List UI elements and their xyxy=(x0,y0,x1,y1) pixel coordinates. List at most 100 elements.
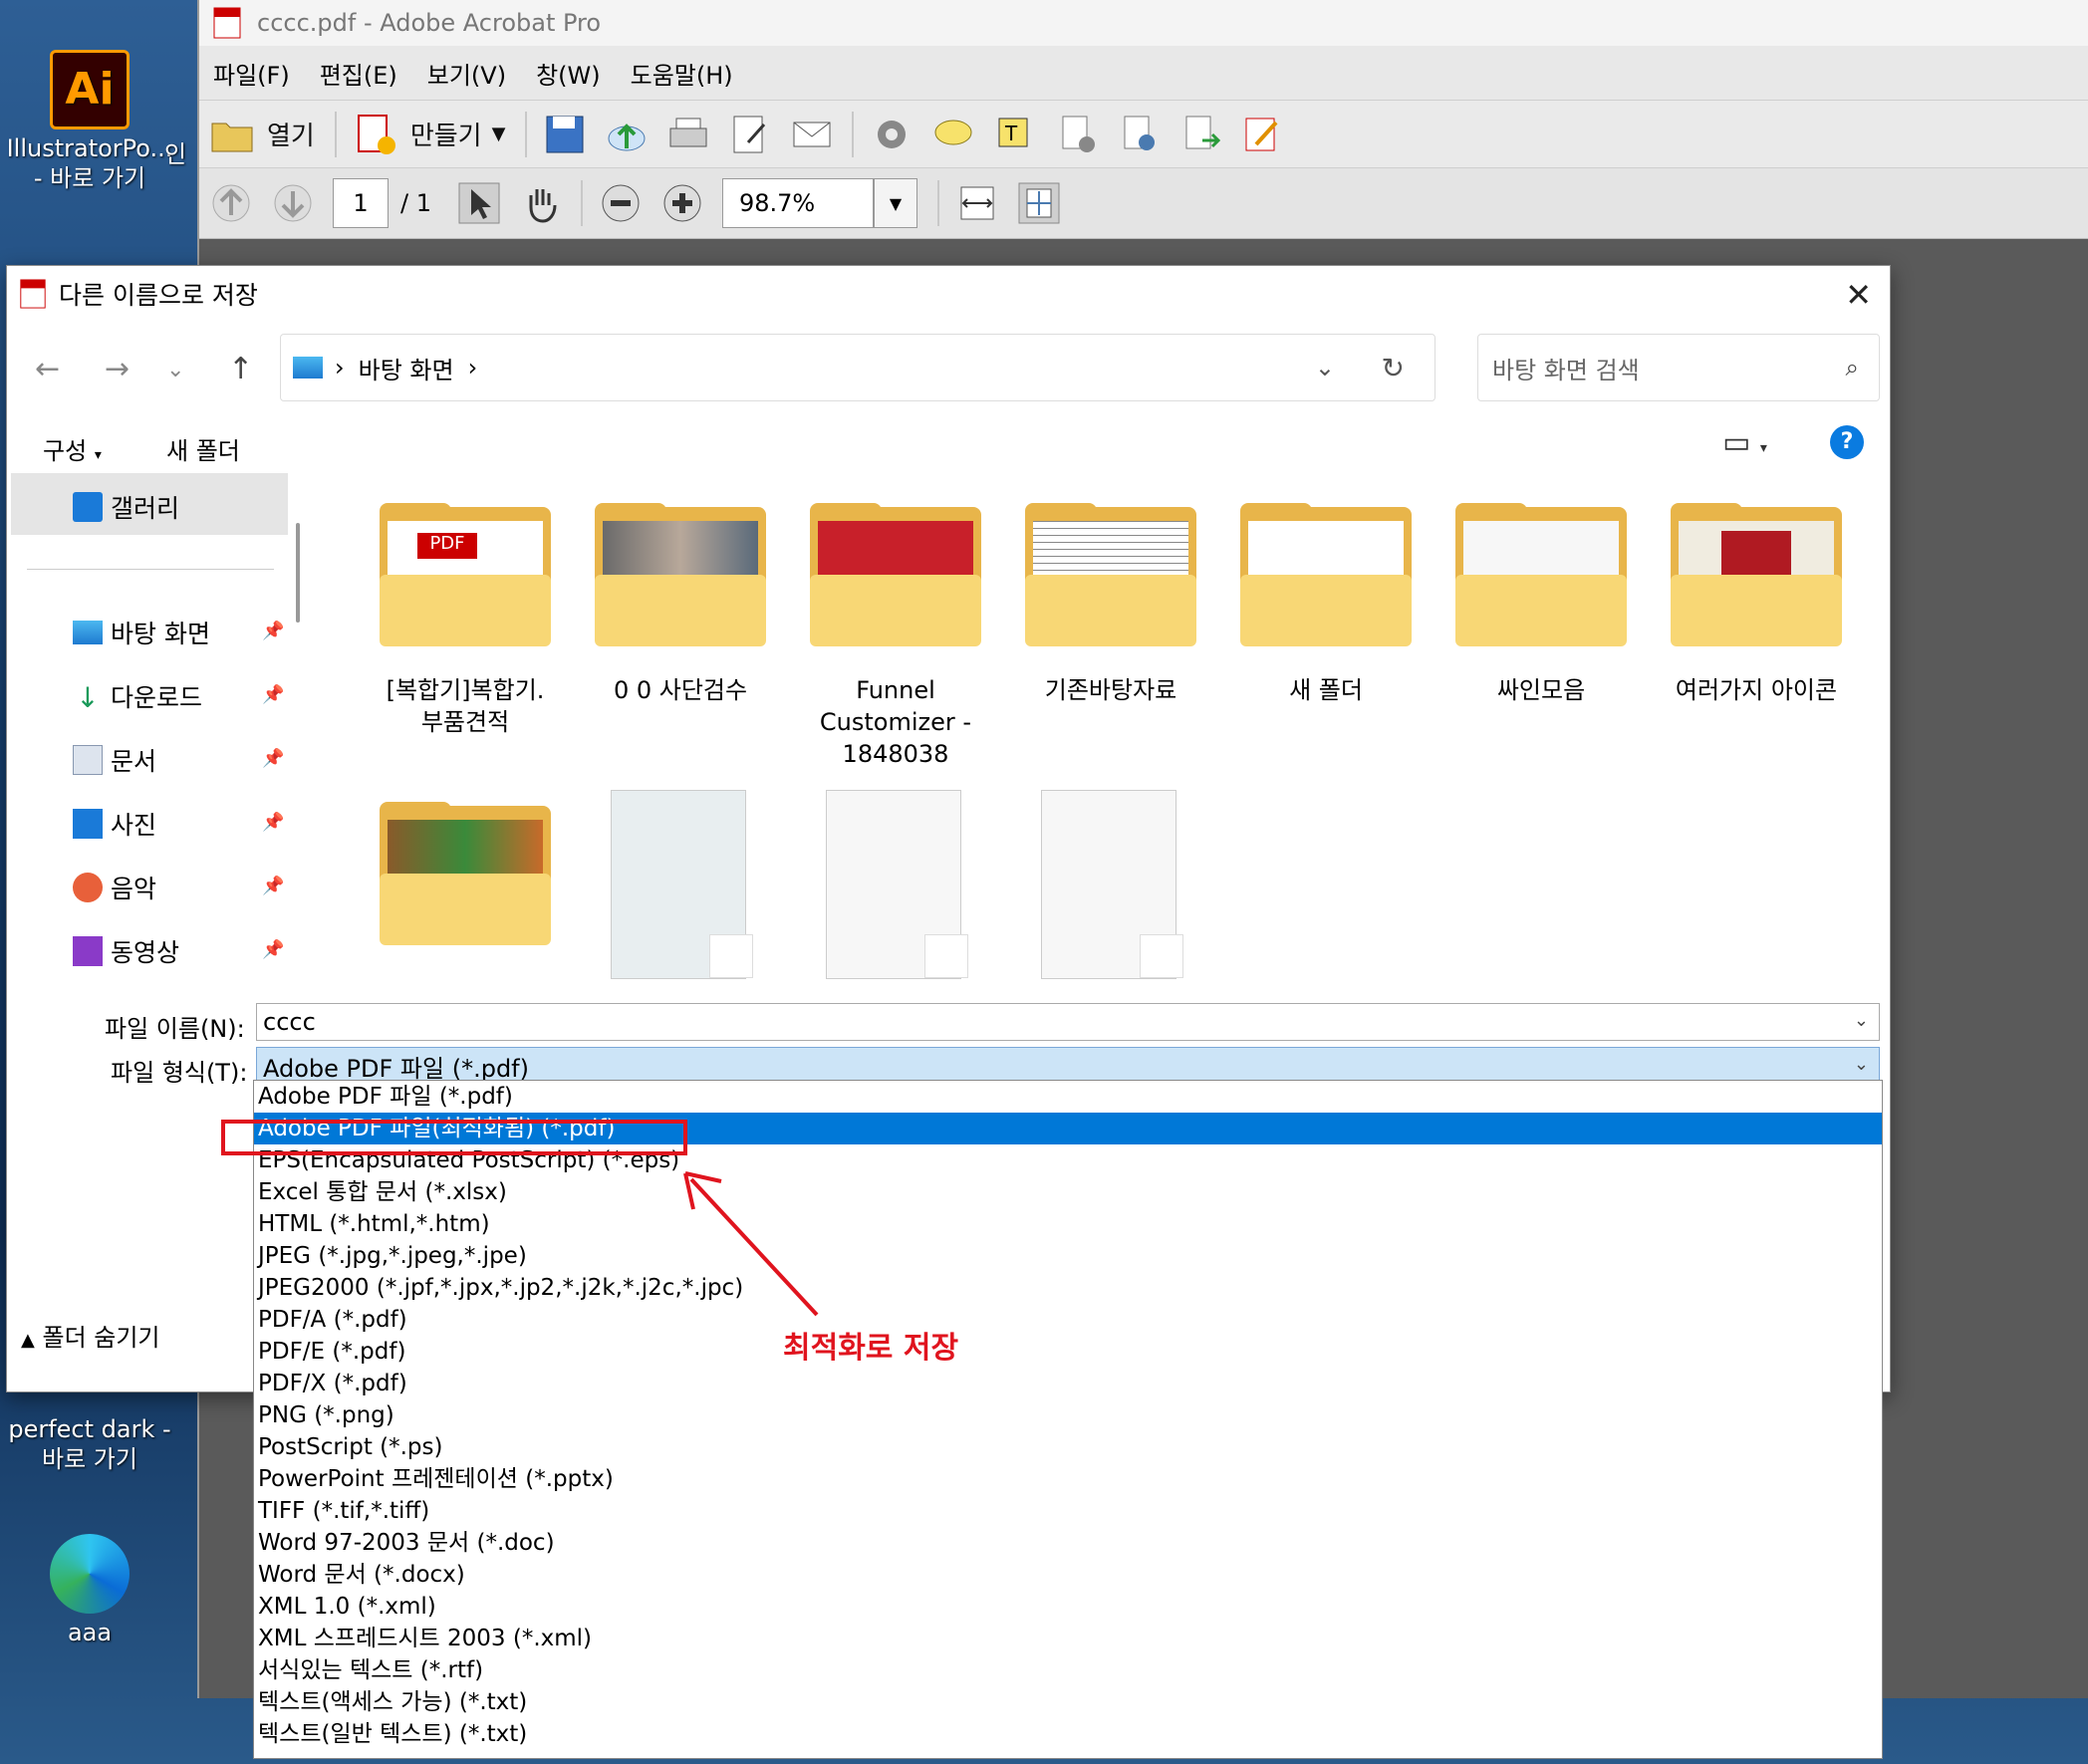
menu-view[interactable]: 보기(V) xyxy=(427,56,506,91)
view-toggle-icon[interactable]: ▭ ▾ xyxy=(1722,425,1767,460)
close-icon[interactable]: ✕ xyxy=(1845,276,1872,314)
address-bar[interactable]: › 바탕 화면 › ⌄ ↻ xyxy=(280,334,1436,401)
refresh-icon[interactable]: ↻ xyxy=(1382,352,1405,384)
zoom-in-icon[interactable] xyxy=(660,181,704,225)
nav-label: 동영상 xyxy=(111,938,180,967)
page-number-input[interactable]: 1 xyxy=(333,178,389,228)
filetype-option[interactable]: XML 1.0 (*.xml) xyxy=(254,1591,1882,1623)
zoom-out-icon[interactable] xyxy=(599,181,643,225)
desktop-icon-perfect-dark[interactable]: perfect dark - 바로 가기 xyxy=(0,1414,179,1474)
filetype-option[interactable]: PDF/A (*.pdf) xyxy=(254,1304,1882,1336)
nav-item-downloads[interactable]: ↓ 다운로드 xyxy=(73,678,202,714)
recent-locations-chevron-icon[interactable]: ⌄ xyxy=(166,358,184,382)
filetype-option[interactable]: XML 스프레드시트 2003 (*.xml) xyxy=(254,1623,1882,1654)
new-folder-button[interactable]: 새 폴더 xyxy=(166,431,240,466)
nav-item-documents[interactable]: 문서 xyxy=(73,742,156,778)
nav-item-videos[interactable]: 동영상 xyxy=(73,933,179,969)
chevron-down-icon[interactable]: ⌄ xyxy=(1854,1010,1869,1031)
forward-arrow-icon[interactable]: → xyxy=(105,352,130,386)
address-dropdown-chevron-icon[interactable]: ⌄ xyxy=(1315,354,1335,381)
pin-icon[interactable]: 📌 xyxy=(262,621,284,641)
folder-item[interactable]: Funnel Customizer - 1848038 xyxy=(796,503,995,770)
pdf-file-item[interactable] xyxy=(611,790,753,979)
export-file-icon[interactable] xyxy=(1178,113,1222,156)
filetype-option[interactable]: PDF/X (*.pdf) xyxy=(254,1368,1882,1399)
filename-input[interactable]: cccc ⌄ xyxy=(256,1003,1880,1041)
combine-files-icon[interactable] xyxy=(1117,113,1161,156)
desktop-icon-edge[interactable]: aaa xyxy=(0,1534,179,1647)
nav-label: 문서 xyxy=(111,747,157,776)
filetype-option[interactable]: 텍스트(액세스 가능) (*.txt) xyxy=(254,1686,1882,1718)
folder-item[interactable]: PDF [복합기]복합기. 부품견적 xyxy=(366,503,565,738)
filetype-option[interactable]: Excel 통합 문서 (*.xlsx) xyxy=(254,1176,1882,1208)
help-icon[interactable]: ? xyxy=(1830,425,1864,459)
pdf-file-item[interactable] xyxy=(826,790,968,979)
filetype-option[interactable]: Word 97-2003 문서 (*.doc) xyxy=(254,1527,1882,1559)
create-button[interactable]: 만들기 ▼ xyxy=(353,112,505,157)
folder-item[interactable]: 여러가지 아이콘 xyxy=(1657,503,1856,706)
pin-icon[interactable]: 📌 xyxy=(262,876,284,896)
pin-icon[interactable]: 📌 xyxy=(262,812,284,833)
filetype-option[interactable]: JPEG2000 (*.jpf,*.jpx,*.jp2,*.j2k,*.j2c,… xyxy=(254,1272,1882,1304)
select-tool-icon[interactable] xyxy=(457,181,501,225)
remove-file-icon[interactable] xyxy=(1055,113,1099,156)
menu-window[interactable]: 창(W) xyxy=(536,56,601,91)
filetype-option[interactable]: PowerPoint 프레젠테이션 (*.pptx) xyxy=(254,1463,1882,1495)
organize-button[interactable]: 구성 ▾ xyxy=(43,431,102,466)
filetype-option[interactable]: Adobe PDF 파일 (*.pdf) xyxy=(254,1081,1882,1113)
nav-item-gallery-label[interactable]: 갤러리 xyxy=(73,489,179,525)
pin-icon[interactable]: 📌 xyxy=(262,939,284,960)
pdf-file-item[interactable] xyxy=(1041,790,1183,979)
filetype-option[interactable]: PostScript (*.ps) xyxy=(254,1431,1882,1463)
filetype-option[interactable]: 텍스트(일반 텍스트) (*.txt) xyxy=(254,1718,1882,1750)
fit-page-icon[interactable] xyxy=(1017,181,1061,225)
open-button[interactable]: 열기 xyxy=(209,112,315,157)
chevron-down-icon[interactable]: ⌄ xyxy=(1854,1054,1869,1075)
file-list: PDF [복합기]복합기. 부품견적 0 0 사단검수 Funnel Customi… xyxy=(316,473,1870,991)
folder-item[interactable]: 0 0 사단검수 xyxy=(581,503,780,706)
folder-item[interactable]: 새 폴더 xyxy=(1226,503,1426,706)
menu-file[interactable]: 파일(F) xyxy=(213,56,290,91)
nav-item-music[interactable]: 음악 xyxy=(73,870,156,905)
menu-edit[interactable]: 편집(E) xyxy=(320,56,397,91)
prev-page-icon[interactable] xyxy=(209,181,253,225)
fit-width-icon[interactable] xyxy=(955,181,999,225)
filetype-option[interactable]: Word 문서 (*.docx) xyxy=(254,1559,1882,1591)
back-arrow-icon[interactable]: ← xyxy=(35,352,60,386)
up-arrow-icon[interactable]: ↑ xyxy=(228,352,253,386)
edit-document-icon[interactable] xyxy=(728,113,772,156)
sign-pdf-icon[interactable] xyxy=(1240,113,1284,156)
filetype-option[interactable]: PDF/E (*.pdf) xyxy=(254,1336,1882,1368)
folder-item[interactable] xyxy=(366,802,565,945)
filetype-option[interactable]: JPEG (*.jpg,*.jpeg,*.jpe) xyxy=(254,1240,1882,1272)
filetype-option[interactable]: HTML (*.html,*.htm) xyxy=(254,1208,1882,1240)
filetype-option[interactable]: 서식있는 텍스트 (*.rtf) xyxy=(254,1654,1882,1686)
zoom-dropdown-button[interactable]: ▼ xyxy=(873,178,917,228)
text-markup-icon[interactable]: T xyxy=(993,113,1037,156)
comment-icon[interactable] xyxy=(931,113,975,156)
breadcrumb-desktop[interactable]: 바탕 화면 xyxy=(359,351,454,385)
hand-tool-icon[interactable] xyxy=(519,181,563,225)
folder-item[interactable]: 싸인모음 xyxy=(1441,503,1641,706)
menu-help[interactable]: 도움말(H) xyxy=(631,56,733,91)
email-icon[interactable] xyxy=(790,113,834,156)
nav-item-pictures[interactable]: 사진 xyxy=(73,806,156,842)
save-icon[interactable] xyxy=(543,113,587,156)
next-page-icon[interactable] xyxy=(271,181,315,225)
gear-icon[interactable] xyxy=(870,113,914,156)
folder-item[interactable]: 기존바탕자료 xyxy=(1011,503,1210,706)
nav-item-desktop[interactable]: 바탕 화면 xyxy=(73,615,210,650)
pin-icon[interactable]: 📌 xyxy=(262,748,284,769)
search-box[interactable]: 바탕 화면 검색 ⌕ xyxy=(1477,334,1880,401)
zoom-level-input[interactable]: 98.7% xyxy=(721,178,874,228)
hide-folders-button[interactable]: ▲ 폴더 숨기기 xyxy=(21,1318,160,1353)
upload-cloud-icon[interactable] xyxy=(605,113,649,156)
folder-label: 0 0 사단검수 xyxy=(613,676,748,704)
print-icon[interactable] xyxy=(666,113,710,156)
pin-icon[interactable]: 📌 xyxy=(262,684,284,705)
filetype-option[interactable]: PNG (*.png) xyxy=(254,1399,1882,1431)
nav-scrollbar[interactable] xyxy=(296,523,300,623)
desktop-icon xyxy=(73,621,103,644)
desktop-icon-illustrator[interactable]: Ai IllustratorPo... - 바로 가기 xyxy=(0,50,179,193)
filetype-option[interactable]: TIFF (*.tif,*.tiff) xyxy=(254,1495,1882,1527)
